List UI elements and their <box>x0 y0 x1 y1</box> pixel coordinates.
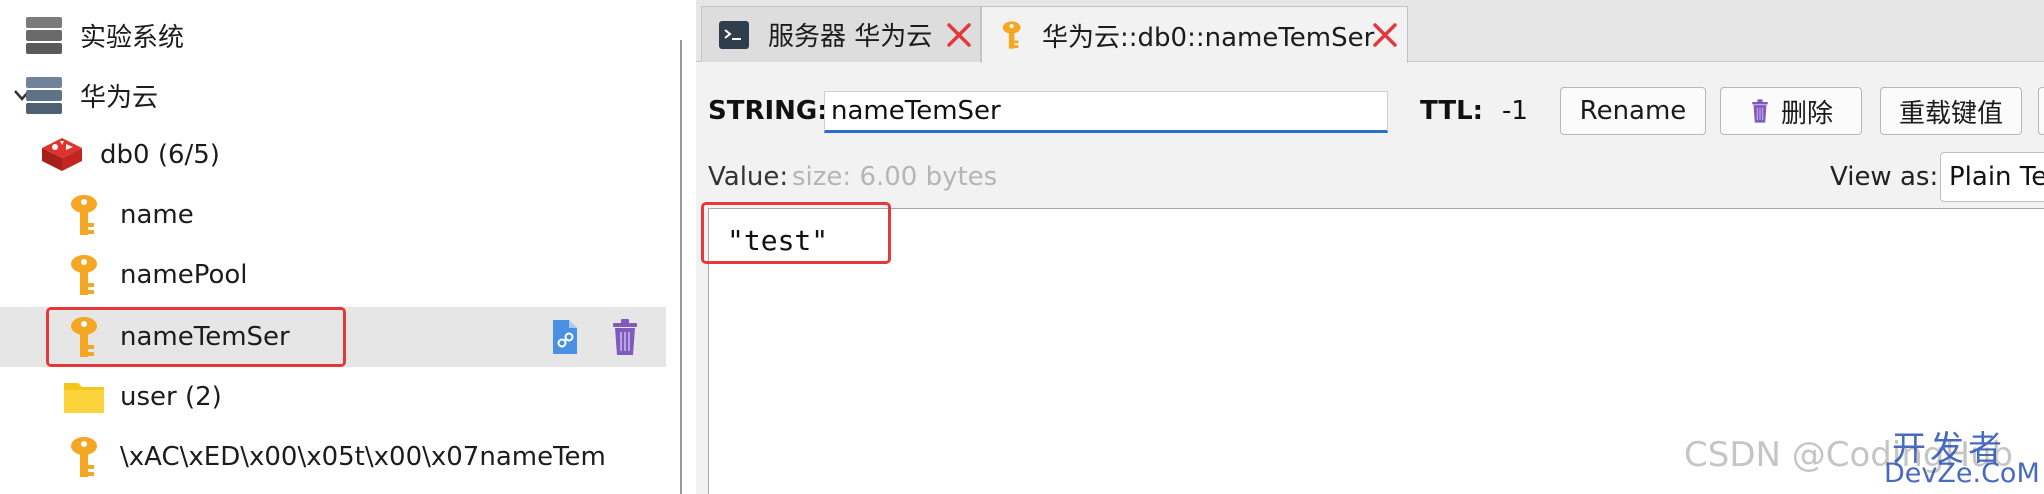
view-as-label: View as: <box>1830 162 1939 192</box>
ttl-label: TTL: <box>1420 96 1484 126</box>
trash-icon[interactable] <box>608 317 642 357</box>
tree-item-database-db0[interactable]: db0 (6/5) <box>0 125 666 185</box>
tree-item-connection-shiyan[interactable]: 实验系统 <box>0 5 666 65</box>
server-icon <box>26 77 62 114</box>
tree-item-label: 华为云 <box>80 82 159 113</box>
splitter-groove <box>680 40 682 494</box>
tree-item-folder-user[interactable]: user (2) <box>0 367 666 427</box>
key-name-input[interactable] <box>824 91 1388 133</box>
server-icon <box>26 17 62 54</box>
value-size-hint: size: 6.00 bytes <box>792 162 998 192</box>
tab-label: 服务器 华为云 <box>768 22 933 52</box>
redis-db-icon <box>42 138 82 171</box>
tree-item-label: 实验系统 <box>80 22 185 53</box>
site-watermark-en: DevZe.CoM <box>1884 458 2040 489</box>
tree-item-key-nametemser[interactable]: nameTemSer <box>0 307 666 367</box>
copy-key-icon[interactable] <box>547 317 581 357</box>
key-icon <box>71 317 97 357</box>
tree-item-key-serialized[interactable]: \xAC\xED\x00\x05t\x00\x07nameTem <box>0 427 666 487</box>
tab-key-nametemser[interactable]: 华为云::db0::nameTemSer <box>981 6 1408 63</box>
rename-button[interactable]: Rename <box>1560 87 1706 135</box>
folder-icon <box>64 383 104 413</box>
tab-bar: 服务器 华为云 华为云::db0::nameTemSer <box>696 0 2044 63</box>
reload-value-button[interactable]: 重载键值 <box>1880 87 2022 135</box>
tree-item-label: nameTemSer <box>120 322 290 352</box>
key-toolbar: STRING: TTL: -1 Rename 删除 重载键值 <box>696 62 2044 152</box>
close-icon[interactable] <box>945 21 973 49</box>
value-label: Value: <box>708 162 789 192</box>
key-icon <box>71 195 97 235</box>
delete-button-label: 删除 <box>1780 98 1833 129</box>
value-header: Value: size: 6.00 bytes View as: Plain T… <box>696 152 2044 208</box>
value-content: "test" <box>727 224 829 257</box>
tree-item-key-name[interactable]: name <box>0 185 666 245</box>
connection-tree: 实验系统 华为云 db0 (6/5) name namePool nameTem… <box>0 0 666 494</box>
tab-label: 华为云::db0::nameTemSer <box>1042 22 1375 53</box>
tree-item-label: name <box>120 200 194 230</box>
tree-item-label: \xAC\xED\x00\x05t\x00\x07nameTem <box>120 442 606 472</box>
key-icon <box>71 255 97 295</box>
ttl-value: -1 <box>1502 96 1528 126</box>
tree-item-key-namepool[interactable]: namePool <box>0 245 666 305</box>
console-icon <box>719 21 749 49</box>
tree-item-connection-huawei[interactable]: 华为云 <box>0 65 666 125</box>
tree-item-label: user (2) <box>120 382 222 412</box>
overflow-button[interactable] <box>2038 87 2044 135</box>
rename-button-label: Rename <box>1579 96 1687 126</box>
key-icon <box>71 437 97 477</box>
view-as-select[interactable]: Plain Text <box>1940 152 2044 202</box>
key-editor: 服务器 华为云 华为云::db0::nameTemSer STRING: TTL… <box>696 0 2044 494</box>
key-icon <box>1002 21 1021 49</box>
close-icon[interactable] <box>1371 21 1399 49</box>
trash-icon <box>1752 99 1768 123</box>
delete-button[interactable]: 删除 <box>1720 87 1862 135</box>
tree-item-label: db0 (6/5) <box>100 140 220 170</box>
tab-server-console[interactable]: 服务器 华为云 <box>701 6 981 62</box>
reload-value-button-label: 重载键值 <box>1898 98 2003 129</box>
panel-splitter[interactable] <box>666 0 696 494</box>
key-type-label: STRING: <box>708 96 828 126</box>
tree-item-label: namePool <box>120 260 248 290</box>
